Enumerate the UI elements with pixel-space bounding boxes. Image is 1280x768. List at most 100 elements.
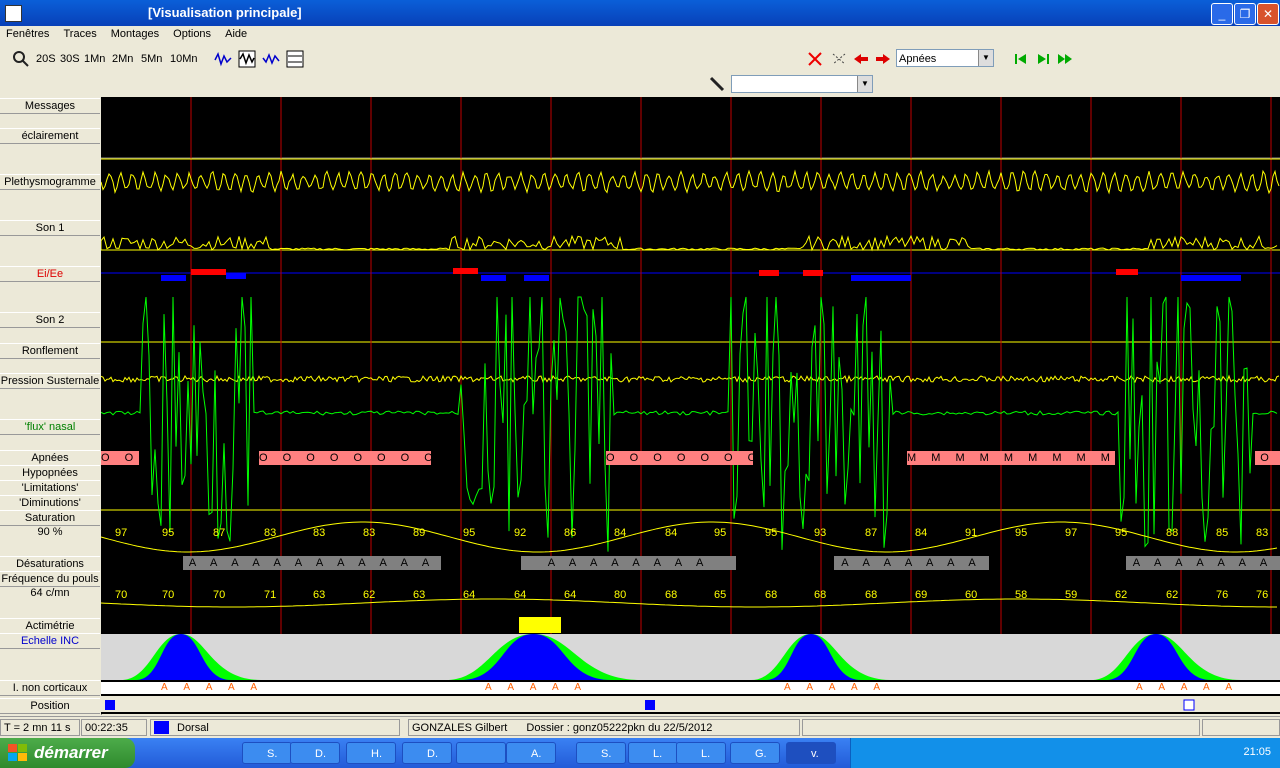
label-flux-nasal[interactable]: 'flux' nasal	[0, 419, 100, 435]
menu-options[interactable]: Options	[168, 26, 216, 42]
label-saturation[interactable]: Saturation	[0, 510, 100, 526]
saturation-value: 95	[765, 527, 778, 539]
scale-2mn[interactable]: 2Mn	[112, 53, 133, 65]
taskbar-task[interactable]	[456, 742, 506, 764]
label-eclairement[interactable]: éclairement	[0, 128, 100, 144]
arrow-right-icon[interactable]	[874, 50, 892, 68]
pulse-value: 70	[162, 589, 175, 601]
trace-icon-1[interactable]	[214, 50, 232, 68]
first-icon[interactable]	[1012, 50, 1030, 68]
menu-traces[interactable]: Traces	[58, 26, 101, 42]
trace-icon-3[interactable]	[262, 50, 280, 68]
cut-icon[interactable]	[830, 50, 848, 68]
scale-10mn[interactable]: 10Mn	[170, 53, 198, 65]
taskbar-task[interactable]: v.	[786, 742, 836, 764]
saturation-value: 87	[865, 527, 878, 539]
chevron-down-icon[interactable]: ▼	[857, 76, 872, 92]
taskbar-task[interactable]: L.	[628, 742, 678, 764]
label-non-corticaux[interactable]: I. non corticaux	[0, 680, 100, 696]
taskbar-task[interactable]: S.	[242, 742, 292, 764]
apnea-block: O O	[101, 451, 139, 465]
pulse-value: 59	[1065, 589, 1078, 601]
scale-1mn[interactable]: 1Mn	[84, 53, 105, 65]
delete-icon[interactable]	[806, 50, 824, 68]
menu-fenetres[interactable]: Fenêtres	[1, 26, 54, 42]
signal-plot[interactable]: 97 95 87 83 83 83 89 95 92 86 84 84 95 95 93 87 84 91 95 97…	[100, 97, 1280, 714]
label-plethysmogramme[interactable]: Plethysmogramme	[0, 174, 100, 190]
pulse-value: 70	[115, 589, 128, 601]
label-echelle-inc[interactable]: Echelle INC	[0, 633, 100, 649]
pulse-value: 62	[1115, 589, 1128, 601]
saturation-value: 91	[965, 527, 978, 539]
pulse-value: 64	[463, 589, 476, 601]
pulse-value: 71	[264, 589, 277, 601]
saturation-value: 97	[115, 527, 128, 539]
scale-20s[interactable]: 20S	[36, 53, 56, 65]
saturation-value: 84	[665, 527, 678, 539]
start-button[interactable]: démarrer	[0, 738, 135, 768]
menu-aide[interactable]: Aide	[220, 26, 252, 42]
saturation-value: 95	[1115, 527, 1128, 539]
pencil-icon[interactable]	[708, 75, 726, 93]
toolbar: 20S 30S 1Mn 2Mn 5Mn 10Mn Apnées ▼	[0, 46, 1280, 72]
label-apnees[interactable]: Apnées	[0, 450, 100, 466]
saturation-value: 95	[162, 527, 175, 539]
saturation-value: 83	[363, 527, 376, 539]
taskbar-task[interactable]: L.	[676, 742, 726, 764]
taskbar: démarrer S. D. H. D. A. S. L. L. G. v. 21:05	[0, 738, 1280, 768]
label-pression[interactable]: Pression Susternale	[0, 373, 100, 389]
label-ei-ee[interactable]: Ei/Ee	[0, 266, 100, 282]
maximize-button[interactable]: ❐	[1234, 3, 1256, 25]
label-messages[interactable]: Messages	[0, 98, 100, 114]
taskbar-task[interactable]: A.	[506, 742, 556, 764]
arrow-left-icon[interactable]	[852, 50, 870, 68]
pulse-value: 68	[665, 589, 678, 601]
next-icon[interactable]	[1034, 50, 1052, 68]
label-diminutions[interactable]: 'Diminutions'	[0, 495, 100, 511]
system-tray: 21:05	[850, 738, 1280, 768]
label-actimetrie[interactable]: Actimétrie	[0, 618, 100, 634]
channel-labels: Messages éclairement Plethysmogramme Son…	[0, 97, 102, 715]
tray-clock: 21:05	[1243, 746, 1271, 758]
pen-select[interactable]: ▼	[731, 75, 873, 93]
scale-5mn[interactable]: 5Mn	[141, 53, 162, 65]
minimize-button[interactable]: _	[1211, 3, 1233, 25]
pulse-value: 68	[865, 589, 878, 601]
taskbar-task[interactable]: G.	[730, 742, 780, 764]
label-ronflement[interactable]: Ronflement	[0, 343, 100, 359]
status-empty-1	[802, 719, 1200, 736]
scale-30s[interactable]: 30S	[60, 53, 80, 65]
desaturation-block: A A A A A A A	[834, 556, 989, 570]
menu-montages[interactable]: Montages	[106, 26, 164, 42]
label-position[interactable]: Position	[0, 698, 100, 714]
taskbar-task[interactable]: H.	[346, 742, 396, 764]
status-bar: T = 2 mn 11 s 00:22:35 Dorsal GONZALES G…	[0, 716, 1280, 739]
event-type-select[interactable]: Apnées ▼	[896, 49, 994, 67]
window-title: [Visualisation principale]	[148, 5, 302, 20]
saturation-value: 93	[814, 527, 827, 539]
label-hypopnees[interactable]: Hypopnées	[0, 465, 100, 481]
pulse-value: 62	[363, 589, 376, 601]
label-pouls[interactable]: Fréquence du pouls	[0, 571, 100, 587]
label-limitations[interactable]: 'Limitations'	[0, 480, 100, 496]
pulse-value: 58	[1015, 589, 1028, 601]
label-desaturations[interactable]: Désaturations	[0, 556, 100, 572]
zoom-icon[interactable]	[12, 50, 30, 68]
apnea-block: M M M M M M M M M	[907, 451, 1115, 465]
taskbar-task[interactable]: D.	[402, 742, 452, 764]
taskbar-task[interactable]: D.	[290, 742, 340, 764]
label-son1[interactable]: Son 1	[0, 220, 100, 236]
close-button[interactable]: ✕	[1257, 3, 1279, 25]
fast-forward-icon[interactable]	[1056, 50, 1074, 68]
status-position: Dorsal	[150, 719, 400, 736]
app-icon	[5, 5, 22, 22]
trace-icon-2[interactable]	[238, 50, 256, 68]
saturation-value: 83	[264, 527, 277, 539]
chevron-down-icon[interactable]: ▼	[978, 50, 993, 66]
desaturation-block: A A A A A A A	[1126, 556, 1280, 570]
pulse-value: 63	[413, 589, 426, 601]
taskbar-task[interactable]: S.	[576, 742, 626, 764]
label-son2[interactable]: Son 2	[0, 312, 100, 328]
pulse-value: 65	[714, 589, 727, 601]
trace-icon-4[interactable]	[286, 50, 304, 68]
